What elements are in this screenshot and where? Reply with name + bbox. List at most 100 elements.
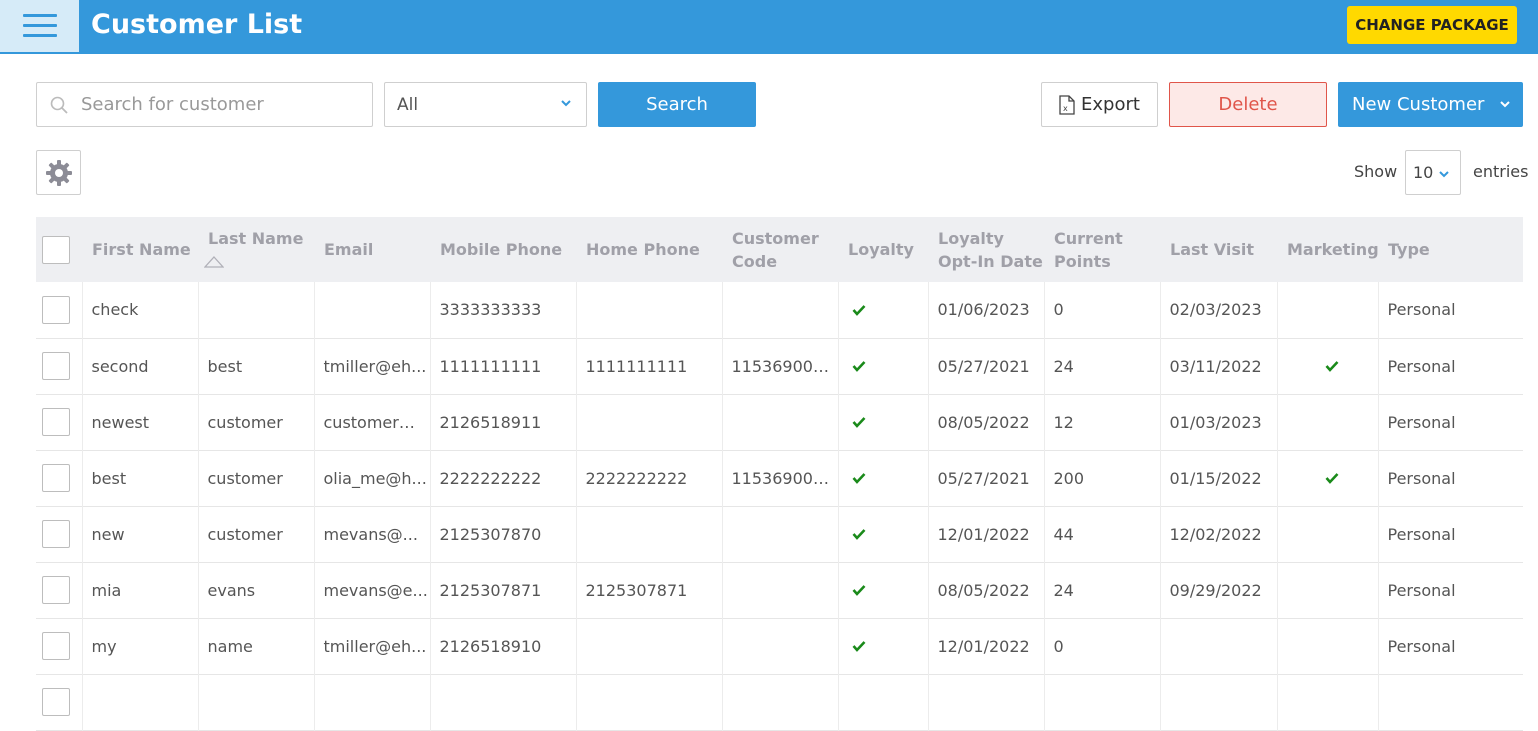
checkmark-icon <box>852 417 865 428</box>
row-select-cell <box>36 282 82 338</box>
row-checkbox[interactable] <box>42 632 70 660</box>
cell-optin: 05/27/2021 <box>927 338 1044 394</box>
row-select-cell <box>36 338 82 394</box>
show-label: Show <box>1354 162 1398 181</box>
checkmark-icon <box>852 529 865 540</box>
cell-last: best <box>197 338 314 394</box>
customer-filter-select[interactable]: All <box>384 82 587 127</box>
cell-first: my <box>81 618 198 674</box>
cell-optin: 05/27/2021 <box>927 450 1044 506</box>
cell-points: 24 <box>1043 338 1160 394</box>
column-header[interactable]: Type <box>1378 217 1523 282</box>
column-header[interactable]: Current Points <box>1044 217 1160 282</box>
gear-icon <box>45 159 72 186</box>
cell-code: 115369000... <box>721 450 838 506</box>
cell-email: olia_me@h... <box>313 450 430 506</box>
cell-points: 0 <box>1043 618 1160 674</box>
cell-marketing <box>1276 506 1378 562</box>
table-row[interactable]: newest customer customer@... 2126518911 08/0… <box>36 394 1523 450</box>
cell-marketing <box>1276 394 1378 450</box>
table-row[interactable]: mia evans mevans@e... 2125307871 2125307871 0… <box>36 562 1523 618</box>
table-row[interactable]: my name tmiller@eh... 2126518910 12/01/2022 0… <box>36 618 1523 674</box>
column-settings-button[interactable] <box>36 150 81 195</box>
column-header[interactable]: Last Visit <box>1160 217 1277 282</box>
table-row[interactable]: best customer olia_me@h... 2222222222 222222… <box>36 450 1523 506</box>
row-checkbox[interactable] <box>42 464 70 492</box>
table-row[interactable] <box>36 674 1523 730</box>
checkmark-icon <box>852 473 865 484</box>
table-row[interactable]: second best tmiller@eh... 1111111111 1111111… <box>36 338 1523 394</box>
cell-home: 2222222222 <box>575 450 722 506</box>
change-package-button[interactable]: CHANGE PACKAGE <box>1347 6 1517 44</box>
checkmark-icon <box>1325 473 1339 484</box>
row-checkbox[interactable] <box>42 520 70 548</box>
checkmark-icon <box>852 585 865 596</box>
cell-first: new <box>81 506 198 562</box>
select-all-checkbox[interactable] <box>42 235 70 264</box>
cell-points: 44 <box>1043 506 1160 562</box>
sort-ascending-icon <box>204 256 224 268</box>
row-checkbox[interactable] <box>42 688 70 716</box>
cell-home <box>575 394 722 450</box>
row-select-cell <box>36 674 82 730</box>
search-input[interactable] <box>81 83 361 126</box>
column-header-label: Last Name <box>208 228 304 248</box>
filter-value: All <box>397 94 419 115</box>
row-select-cell <box>36 618 82 674</box>
cell-code <box>721 674 838 730</box>
cell-last <box>197 282 314 338</box>
cell-loyalty <box>837 338 928 394</box>
cell-marketing <box>1276 562 1378 618</box>
cell-code <box>721 618 838 674</box>
cell-loyalty <box>837 674 928 730</box>
select-all-cell <box>36 217 82 282</box>
cell-first: newest <box>81 394 198 450</box>
column-header[interactable]: Email <box>314 217 430 282</box>
table-row[interactable]: check 3333333333 01/06/2023 0 02/03/2023 Pers… <box>36 282 1523 338</box>
checkmark-icon <box>852 361 865 372</box>
search-button[interactable]: Search <box>598 82 756 127</box>
cell-loyalty <box>837 506 928 562</box>
column-header[interactable]: First Name <box>82 217 198 282</box>
cell-last: evans <box>197 562 314 618</box>
row-checkbox[interactable] <box>42 576 70 604</box>
cell-points: 0 <box>1043 282 1160 338</box>
row-checkbox[interactable] <box>42 352 70 380</box>
column-header-last-name[interactable]: Last Name <box>198 217 314 282</box>
cell-email: tmiller@eh... <box>313 618 430 674</box>
cell-optin: 12/01/2022 <box>927 506 1044 562</box>
column-header[interactable]: Loyalty <box>838 217 928 282</box>
search-icon <box>50 96 68 114</box>
column-header[interactable]: Marketing <box>1277 217 1379 282</box>
cell-email: mevans@... <box>313 506 430 562</box>
top-bar: Customer List CHANGE PACKAGE <box>0 0 1538 54</box>
cell-optin: 12/01/2022 <box>927 618 1044 674</box>
cell-points: 200 <box>1043 450 1160 506</box>
chevron-down-icon[interactable] <box>1499 98 1511 110</box>
export-button[interactable]: x Export <box>1041 82 1158 127</box>
column-header[interactable]: Customer Code <box>722 217 838 282</box>
column-header[interactable]: Home Phone <box>576 217 722 282</box>
cell-first <box>81 674 198 730</box>
cell-optin: 08/05/2022 <box>927 562 1044 618</box>
table-row[interactable]: new customer mevans@... 2125307870 12/01/202… <box>36 506 1523 562</box>
column-header[interactable]: Loyalty Opt-In Date <box>928 217 1044 282</box>
cell-code: 115369000... <box>721 338 838 394</box>
cell-code <box>721 506 838 562</box>
row-checkbox[interactable] <box>42 295 70 324</box>
hamburger-menu-button[interactable] <box>0 0 79 52</box>
row-checkbox[interactable] <box>42 408 70 436</box>
customer-table: First Name Last Name Email Mobile Phone … <box>36 217 1523 731</box>
cell-mobile: 2126518911 <box>429 394 576 450</box>
column-header[interactable]: Mobile Phone <box>430 217 576 282</box>
cell-loyalty <box>837 562 928 618</box>
cell-optin <box>927 674 1044 730</box>
page-size-select[interactable]: 10 <box>1405 150 1461 195</box>
cell-last-visit: 01/15/2022 <box>1159 450 1277 506</box>
new-customer-button[interactable]: New Customer <box>1338 82 1523 127</box>
cell-last-visit: 09/29/2022 <box>1159 562 1277 618</box>
cell-marketing <box>1276 618 1378 674</box>
cell-first: mia <box>81 562 198 618</box>
cell-mobile: 1111111111 <box>429 338 576 394</box>
delete-button[interactable]: Delete <box>1169 82 1327 127</box>
